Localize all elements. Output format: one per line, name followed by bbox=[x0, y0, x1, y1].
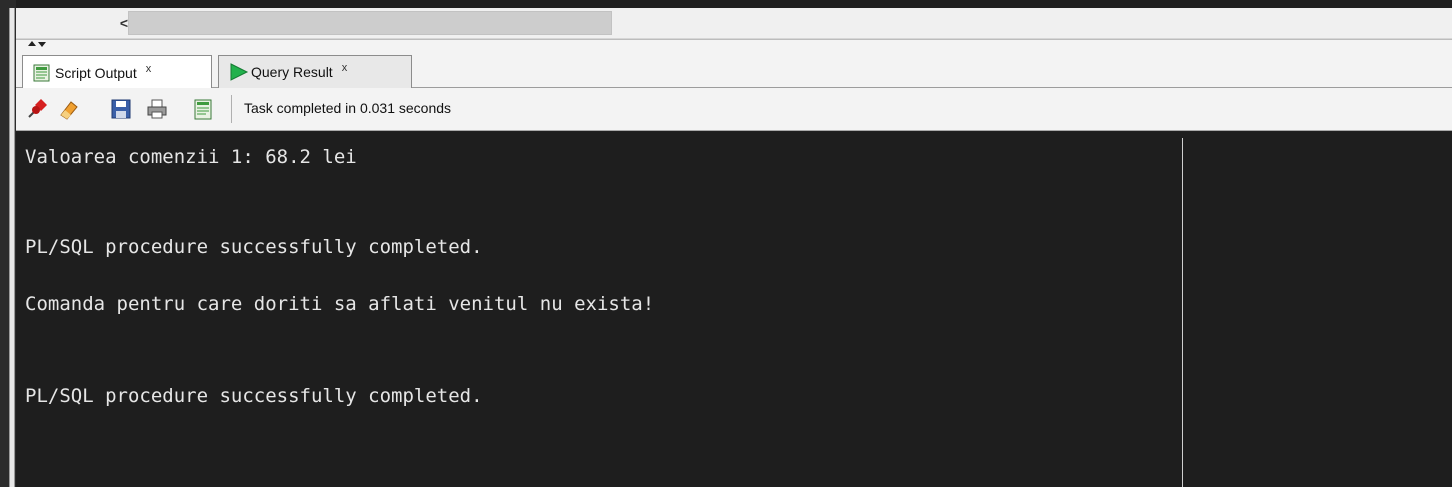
toolbar-separator bbox=[231, 95, 232, 123]
tab-script-output[interactable]: Script Output x bbox=[22, 55, 212, 89]
eraser-icon[interactable] bbox=[58, 98, 80, 120]
output-line: PL/SQL procedure successfully completed. bbox=[25, 236, 483, 258]
task-status-text: Task completed in 0.031 seconds bbox=[244, 100, 452, 116]
horizontal-scrollbar[interactable]: < bbox=[16, 8, 1452, 39]
collapse-up-icon[interactable] bbox=[28, 41, 36, 46]
tab-script-output-label: Script Output bbox=[55, 64, 137, 81]
scrollbar-thumb[interactable] bbox=[128, 11, 612, 35]
output-line: PL/SQL procedure successfully completed. bbox=[25, 385, 483, 407]
left-panel-edge bbox=[9, 8, 15, 487]
output-line: Valoarea comenzii 1: 68.2 lei bbox=[25, 146, 357, 168]
tab-close-icon[interactable]: x bbox=[342, 62, 348, 74]
script-output-icon bbox=[33, 64, 51, 82]
save-icon[interactable] bbox=[110, 98, 132, 120]
tab-query-result[interactable]: Query Result x bbox=[218, 55, 412, 88]
right-margin-line bbox=[1182, 138, 1183, 487]
pin-icon[interactable] bbox=[26, 98, 48, 120]
script-output-area[interactable]: Valoarea comenzii 1: 68.2 lei PL/SQL pro… bbox=[16, 132, 1452, 487]
left-border bbox=[0, 0, 16, 487]
output-toolbar: Task completed in 0.031 seconds bbox=[16, 88, 1452, 131]
run-triangle-icon bbox=[229, 63, 249, 81]
script-document-icon[interactable] bbox=[192, 98, 214, 120]
top-background bbox=[16, 0, 1452, 8]
print-icon[interactable] bbox=[146, 98, 168, 120]
tab-query-result-label: Query Result bbox=[251, 64, 333, 80]
output-line: Comanda pentru care doriti sa aflati ven… bbox=[25, 293, 655, 315]
collapse-down-icon[interactable] bbox=[38, 42, 46, 47]
tab-close-icon[interactable]: x bbox=[146, 63, 152, 75]
output-tab-bar: Script Output x Query Result x bbox=[16, 49, 1452, 89]
